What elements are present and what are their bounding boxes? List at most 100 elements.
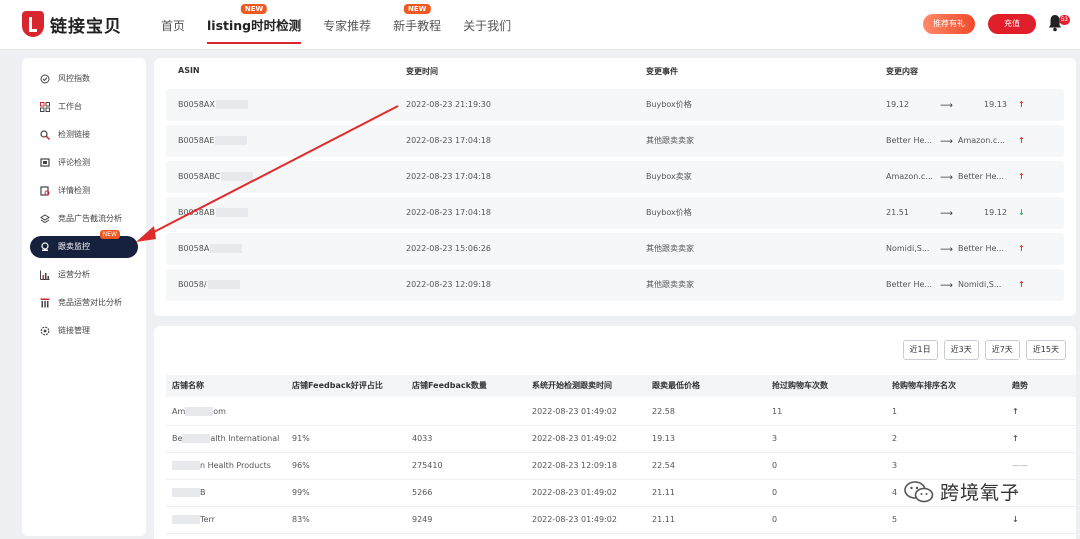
price-cell: 19.13 xyxy=(652,434,675,443)
asin-text: B0058/ xyxy=(178,280,207,289)
logo[interactable]: 链接宝贝 xyxy=(22,11,122,37)
table-row[interactable]: B0058AB 2022-08-23 17:04:18 Buybox价格 21.… xyxy=(166,197,1064,229)
store-text: Terr xyxy=(200,515,215,524)
to-cell: Better He... xyxy=(958,172,1005,181)
table-row[interactable]: B0058AE 2022-08-23 17:04:18 其他跟卖卖家 Bette… xyxy=(166,125,1064,157)
col-header-buybox-rank: 抢购物车排序名次 xyxy=(892,381,956,390)
trend-up-icon: ↑ xyxy=(1018,244,1025,253)
count-cell: 9249 xyxy=(412,515,433,524)
table-row[interactable]: n Health Products 96% 275410 2022-08-23 … xyxy=(166,453,1076,480)
range-1-day-button[interactable]: 近1日 xyxy=(902,340,938,360)
sidebar-item-operation-analysis[interactable]: 运营分析 xyxy=(30,264,138,286)
from-cell: 19.12 xyxy=(886,100,909,109)
nav-home[interactable]: 首页 xyxy=(150,0,196,50)
asin-cell: B0058ABC xyxy=(178,161,254,193)
sidebar: 风控指数 工作台 检测链接 评论检测 详情检测 竞品广告截流分析 跟卖监控 NE… xyxy=(22,58,146,536)
sidebar-item-risk-index[interactable]: 风控指数 xyxy=(30,68,138,90)
nav-listing-monitor[interactable]: NEW listing时时检测 xyxy=(196,0,312,50)
range-15-day-button[interactable]: 近15天 xyxy=(1025,340,1066,360)
settings-icon xyxy=(40,326,50,336)
search-link-icon xyxy=(40,130,50,140)
sidebar-item-link-manage[interactable]: 链接管理 xyxy=(30,320,138,342)
wechat-icon xyxy=(904,480,934,502)
sidebar-item-follow-sell-monitor[interactable]: 跟卖监控 NEW xyxy=(30,230,138,258)
sidebar-item-label: 运营分析 xyxy=(58,270,90,279)
store-text: n Health Products xyxy=(200,461,271,470)
to-cell: 19.13 xyxy=(984,100,1007,109)
trend-up-icon: ↑ xyxy=(1018,100,1025,109)
sidebar-item-workbench[interactable]: 工作台 xyxy=(30,96,138,118)
date-range-group: 近1日 近3天 近7天 近15天 xyxy=(902,340,1066,360)
redacted-mask xyxy=(215,208,248,217)
asin-cell: B0058A xyxy=(178,233,243,265)
store-cell: B xyxy=(172,480,206,506)
table-row[interactable]: B0058A 2022-08-23 15:06:26 其他跟卖卖家 Nomidi… xyxy=(166,233,1064,265)
nav-tutorial[interactable]: NEW 新手教程 xyxy=(382,0,452,50)
comment-icon xyxy=(40,158,50,167)
recommend-button[interactable]: 推荐有礼 xyxy=(923,14,975,34)
table-row[interactable]: B0058/ 2022-08-23 12:09:18 其他跟卖卖家 Better… xyxy=(166,269,1064,301)
from-cell: Amazon.c... xyxy=(886,172,933,181)
event-cell: 其他跟卖卖家 xyxy=(646,280,694,289)
nav-expert[interactable]: 专家推荐 xyxy=(312,0,382,50)
ratio-cell: 99% xyxy=(292,488,310,497)
col-header-min-price: 跟卖最低价格 xyxy=(652,381,700,390)
arrow-right-icon: ⟶ xyxy=(940,100,953,110)
price-cell: 21.11 xyxy=(652,488,675,497)
nav-label: 新手教程 xyxy=(393,19,442,33)
start-time-cell: 2022-08-23 01:49:02 xyxy=(532,407,617,416)
from-cell: 21.51 xyxy=(886,208,909,217)
start-time-cell: 2022-08-23 01:49:02 xyxy=(532,488,617,497)
count-cell: 4033 xyxy=(412,434,433,443)
rank-cell: 5 xyxy=(892,515,898,524)
redacted-mask xyxy=(215,100,248,109)
times-cell: 0 xyxy=(772,488,778,497)
rank-cell: 4 xyxy=(892,488,898,497)
count-cell: 5266 xyxy=(412,488,433,497)
table-row[interactable]: Terr 83% 9249 2022-08-23 01:49:02 21.11 … xyxy=(166,507,1076,534)
sidebar-item-ad-analysis[interactable]: 竞品广告截流分析 xyxy=(30,208,138,230)
sidebar-item-compare-analysis[interactable]: 竞品运营对比分析 xyxy=(30,292,138,314)
nav-label: listing时时检测 xyxy=(207,18,302,33)
nav-label: 首页 xyxy=(161,19,186,33)
time-cell: 2022-08-23 21:19:30 xyxy=(406,100,491,109)
table-row[interactable]: B0058AX 2022-08-23 21:19:30 Buybox价格 19.… xyxy=(166,89,1064,121)
range-7-day-button[interactable]: 近7天 xyxy=(984,340,1020,360)
asin-cell: B0058/ xyxy=(178,269,240,301)
table-row[interactable]: B0058ABC 2022-08-23 17:04:18 Buybox卖家 Am… xyxy=(166,161,1064,193)
sidebar-item-label: 竞品运营对比分析 xyxy=(58,298,122,307)
asin-text: B0058AB xyxy=(178,208,215,217)
asin-text: B0058A xyxy=(178,244,210,253)
redacted-mask xyxy=(172,515,200,524)
sidebar-item-label: 详情检测 xyxy=(58,186,90,195)
layers-icon xyxy=(40,214,50,224)
recharge-button[interactable]: 充值 xyxy=(988,14,1036,34)
compare-icon xyxy=(40,298,50,308)
col-header-store: 店铺名称 xyxy=(172,381,204,390)
new-badge: NEW xyxy=(240,4,268,14)
detail-icon xyxy=(40,186,50,196)
time-cell: 2022-08-23 17:04:18 xyxy=(406,208,491,217)
sidebar-item-detail-check[interactable]: 详情检测 xyxy=(30,180,138,202)
price-cell: 21.11 xyxy=(652,515,675,524)
store-text: Be xyxy=(172,434,183,443)
nav-about[interactable]: 关于我们 xyxy=(452,0,522,50)
times-cell: 0 xyxy=(772,515,778,524)
times-cell: 0 xyxy=(772,461,778,470)
change-log-panel: ASIN 变更时间 变更事件 变更内容 B0058AX 2022-08-23 2… xyxy=(154,58,1076,316)
event-cell: Buybox价格 xyxy=(646,100,692,109)
nav-label: 关于我们 xyxy=(463,19,512,33)
table-row[interactable]: Be alth International 91% 4033 2022-08-23… xyxy=(166,426,1076,453)
store-text: B xyxy=(200,488,206,497)
sidebar-item-check-link[interactable]: 检测链接 xyxy=(30,124,138,146)
monitor-icon xyxy=(41,242,49,251)
bar-chart-icon xyxy=(40,270,50,280)
table-row[interactable]: Am om 2022-08-23 01:49:02 22.58 11 1 ↑ xyxy=(166,399,1076,426)
range-3-day-button[interactable]: 近3天 xyxy=(943,340,979,360)
ratio-cell: 96% xyxy=(292,461,310,470)
sidebar-item-review-check[interactable]: 评论检测 xyxy=(30,152,138,174)
store-cell: Be alth International xyxy=(172,426,279,452)
redacted-mask xyxy=(172,488,200,497)
logo-text: 链接宝贝 xyxy=(50,16,122,37)
trend-down-icon: ↓ xyxy=(1018,208,1025,217)
